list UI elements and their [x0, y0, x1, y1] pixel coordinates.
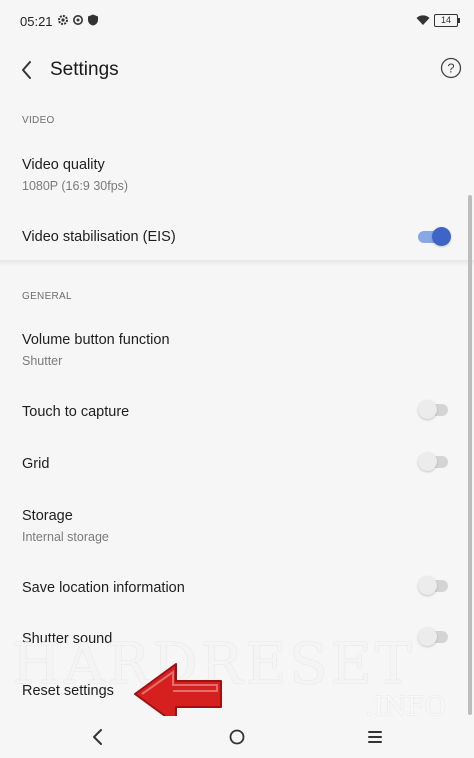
battery-icon: 14 [434, 14, 460, 27]
app-bar: Settings ? [0, 42, 474, 98]
save-location-label: Save location information [22, 580, 185, 596]
toggle-knob [418, 452, 437, 471]
status-bar: 05:21 14 [0, 0, 474, 42]
video-quality-row[interactable]: Video quality 1080P (16:9 30fps) [0, 150, 474, 202]
storage-label: Storage [22, 508, 73, 524]
storage-row[interactable]: Storage Internal storage [0, 500, 474, 552]
video-quality-value: 1080P (16:9 30fps) [22, 179, 129, 193]
volume-button-function-row[interactable]: Volume button function Shutter [0, 325, 474, 377]
video-stabilisation-toggle[interactable] [418, 227, 451, 246]
battery-level: 14 [440, 15, 451, 25]
shield-icon [88, 14, 98, 26]
scrollbar[interactable] [468, 195, 472, 715]
toggle-knob [418, 576, 437, 595]
nav-menu-icon[interactable] [362, 724, 388, 750]
touch-to-capture-row[interactable]: Touch to capture [0, 393, 474, 429]
wifi-icon [416, 15, 430, 25]
section-divider [0, 260, 474, 266]
volume-button-function-label: Volume button function [22, 332, 170, 348]
section-title-video: VIDEO [22, 115, 55, 126]
grid-row[interactable]: Grid [0, 445, 474, 481]
video-stabilisation-row[interactable]: Video stabilisation (EIS) [0, 218, 474, 254]
storage-value: Internal storage [22, 530, 109, 544]
back-arrow-icon[interactable] [14, 56, 42, 84]
page-title: Settings [50, 59, 119, 80]
video-quality-label: Video quality [22, 157, 105, 173]
grid-label: Grid [22, 456, 50, 472]
volume-button-function-value: Shutter [22, 354, 63, 368]
help-icon[interactable]: ? [440, 57, 462, 79]
touch-to-capture-toggle[interactable] [418, 400, 448, 419]
toggle-knob [418, 627, 437, 646]
nav-home-icon[interactable] [224, 724, 250, 750]
gear-notification-icon [73, 15, 83, 25]
section-title-general: GENERAL [22, 291, 72, 302]
nav-back-icon[interactable] [85, 724, 111, 750]
video-stabilisation-label: Video stabilisation (EIS) [22, 229, 176, 245]
shutter-sound-toggle[interactable] [418, 627, 448, 646]
grid-toggle[interactable] [418, 452, 448, 471]
save-location-row[interactable]: Save location information [0, 569, 474, 605]
touch-to-capture-label: Touch to capture [22, 404, 130, 420]
toggle-knob [418, 400, 437, 419]
navigation-bar [0, 716, 474, 758]
save-location-toggle[interactable] [418, 576, 448, 595]
settings-notification-icon [58, 15, 68, 25]
svg-text:?: ? [447, 61, 454, 76]
toggle-knob [432, 227, 451, 246]
status-time: 05:21 [20, 14, 53, 29]
